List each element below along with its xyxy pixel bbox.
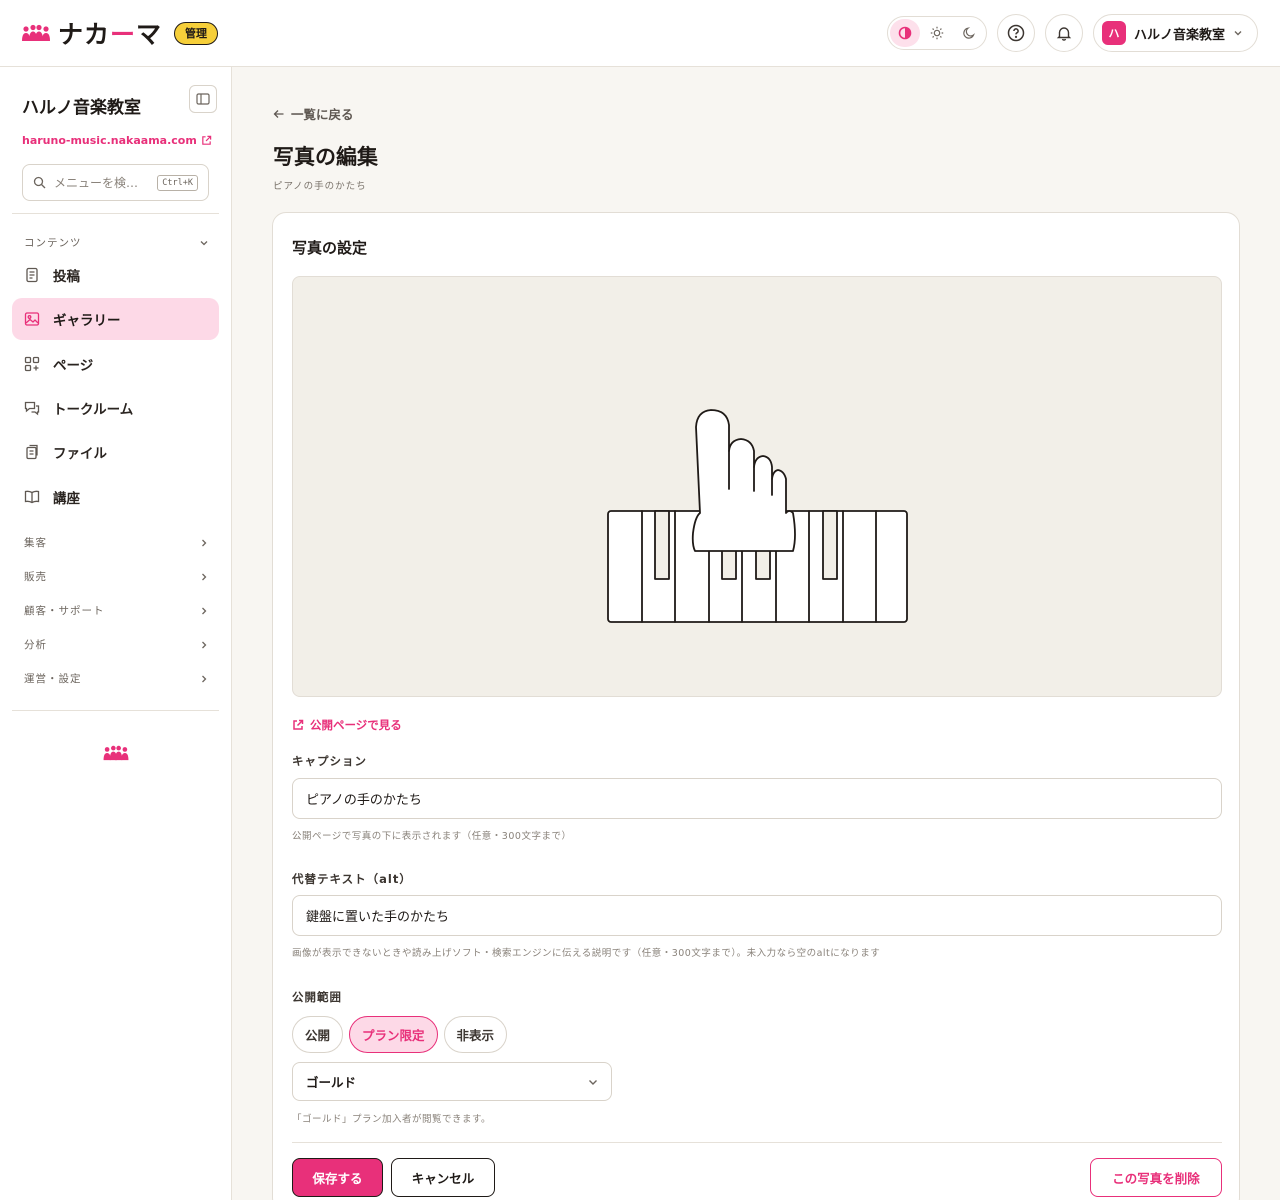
brand-mark-icon [103, 745, 129, 761]
alt-text-input[interactable] [292, 895, 1222, 936]
sidebar-item-talkroom[interactable]: トークルーム [12, 387, 219, 429]
contrast-icon [898, 26, 912, 40]
contrast-theme-button[interactable] [889, 19, 920, 47]
sidebar-divider [12, 213, 219, 214]
piano-hand-illustration [607, 409, 908, 623]
plan-help: 「ゴールド」プラン加入者が閲覧できます。 [292, 1114, 492, 1125]
light-theme-button[interactable] [922, 19, 952, 47]
admin-badge: 管理 [174, 21, 219, 45]
section-marketing[interactable]: 集客 [24, 535, 209, 550]
section-sales[interactable]: 販売 [24, 569, 209, 584]
sidebar-collapse-button[interactable] [189, 85, 217, 113]
brand-logo[interactable]: ナカーマ 管理 [22, 15, 219, 51]
save-button[interactable]: 保存する [292, 1158, 383, 1197]
dark-theme-button[interactable] [954, 19, 984, 47]
caption-help: 公開ページで写真の下に表示されます（任意・300文字まで） [292, 831, 572, 842]
section-analytics[interactable]: 分析 [24, 637, 209, 652]
image-icon [24, 311, 40, 327]
account-menu[interactable]: ハ ハルノ音楽教室 [1092, 14, 1258, 52]
delete-photo-button[interactable]: この写真を削除 [1090, 1158, 1222, 1197]
alt-help: 画像が表示できないときや読み上げソフト・検索エンジンに伝える説明です（任意・30… [292, 948, 881, 959]
alt-label: 代替テキスト（alt） [292, 872, 412, 886]
search-icon [33, 176, 46, 189]
sidebar-item-courses[interactable]: 講座 [12, 476, 219, 518]
section-operations-settings[interactable]: 運営・設定 [24, 671, 209, 686]
help-icon [1007, 24, 1025, 42]
caption-label: キャプション [292, 754, 367, 768]
chevron-right-icon [202, 573, 207, 580]
back-to-list-link[interactable]: 一覧に戻る [273, 104, 354, 123]
photo-settings-card: 写真の設定 公開ページで見る キャプション 公開ページで写真の下に表示されます（… [272, 212, 1240, 1200]
visibility-segmented-control: 公開 プラン限定 非表示 [292, 1016, 508, 1053]
sidebar-item-pages[interactable]: ページ [12, 343, 219, 385]
sidebar-item-posts[interactable]: 投稿 [12, 254, 219, 296]
plan-select-value: ゴールド [306, 1075, 357, 1090]
top-bar: ナカーマ 管理 ハ ハルノ音楽教室 [0, 0, 1280, 67]
sidebar-item-gallery[interactable]: ギャラリー [12, 298, 219, 340]
chevron-down-icon [589, 1079, 597, 1085]
chat-icon [24, 400, 40, 416]
account-avatar: ハ [1101, 21, 1126, 45]
notifications-button[interactable] [1044, 14, 1083, 52]
document-icon [24, 267, 40, 283]
visibility-hidden-button[interactable]: 非表示 [443, 1016, 508, 1053]
card-title: 写真の設定 [292, 239, 368, 257]
site-title: ハルノ音楽教室 [22, 98, 141, 118]
chevron-right-icon [202, 675, 207, 682]
external-link-icon [293, 719, 304, 730]
sun-icon [930, 26, 944, 40]
chevron-right-icon [202, 641, 207, 648]
chevron-down-icon [1234, 31, 1242, 36]
visibility-plan-only-button[interactable]: プラン限定 [349, 1016, 438, 1053]
plan-select[interactable]: ゴールド [292, 1062, 612, 1101]
visibility-label: 公開範囲 [292, 990, 342, 1004]
chevron-down-icon [200, 240, 208, 245]
page-subtitle: ピアノの手のかたち [273, 181, 367, 192]
chevron-right-icon [202, 539, 207, 546]
visibility-public-button[interactable]: 公開 [292, 1016, 344, 1053]
page-title: 写真の編集 [273, 145, 378, 169]
photo-preview [292, 276, 1222, 697]
section-contents[interactable]: コンテンツ [24, 235, 209, 250]
search-placeholder: メニューを検… [54, 176, 139, 190]
bell-icon [1056, 27, 1072, 41]
sidebar-item-files[interactable]: ファイル [12, 431, 219, 473]
book-icon [24, 489, 40, 505]
external-link-icon [202, 135, 212, 145]
caption-input[interactable] [292, 778, 1222, 819]
moon-icon [963, 27, 975, 39]
brand-name: ナカーマ [58, 20, 163, 49]
account-name: ハルノ音楽教室 [1133, 27, 1225, 43]
chevron-right-icon [202, 607, 207, 614]
site-url-link[interactable]: haruno-music.nakaama.com [22, 134, 212, 147]
sidebar: ハルノ音楽教室 haruno-music.nakaama.com メニューを検…… [0, 67, 232, 1200]
help-button[interactable] [996, 14, 1035, 52]
arrow-left-icon [273, 109, 284, 118]
view-public-page-link[interactable]: 公開ページで見る [292, 717, 402, 733]
menu-search-input[interactable]: メニューを検… Ctrl+K [22, 164, 209, 201]
theme-toggle [886, 16, 987, 50]
files-icon [24, 444, 40, 460]
sidebar-toggle-icon [196, 93, 210, 105]
section-customer-support[interactable]: 顧客・サポート [24, 603, 209, 618]
brand-mark-icon [22, 24, 50, 41]
card-divider [292, 1142, 1222, 1143]
pages-icon [24, 356, 40, 372]
cancel-button[interactable]: キャンセル [391, 1158, 495, 1197]
sidebar-divider [12, 710, 219, 711]
search-shortcut: Ctrl+K [157, 174, 198, 191]
